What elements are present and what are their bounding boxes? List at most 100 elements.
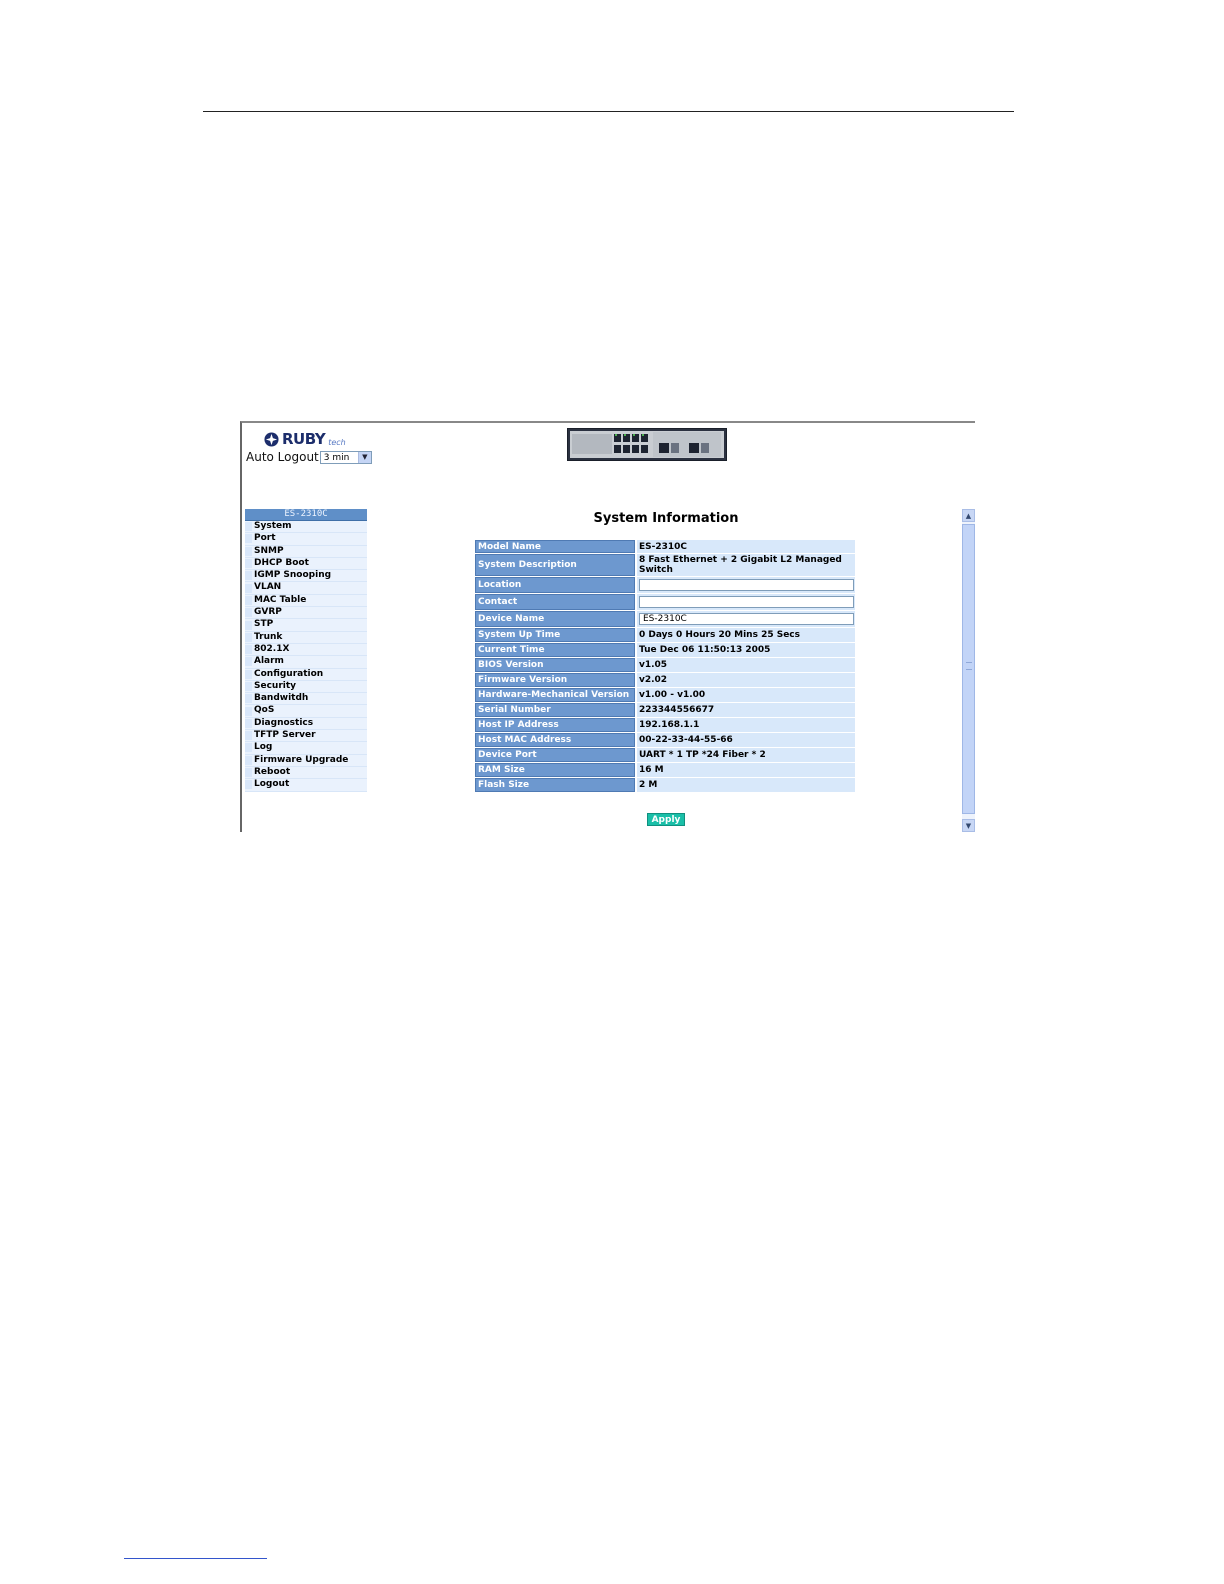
scroll-grip-icon (966, 662, 972, 670)
row-value: ES-2310C (637, 540, 855, 553)
row-value: 16 M (637, 763, 855, 777)
sidebar-item-alarm[interactable]: Alarm (245, 656, 367, 669)
sidebar-item-tftp-server[interactable]: TFTP Server (245, 730, 367, 743)
row-value: v1.05 (637, 658, 855, 672)
location-field[interactable] (639, 579, 854, 591)
row-label: Model Name (475, 540, 635, 553)
ruby-logo: RUBY tech (264, 429, 346, 449)
sidebar-item-reboot[interactable]: Reboot (245, 766, 367, 780)
chevron-down-icon[interactable]: ▼ (357, 451, 371, 463)
vertical-scrollbar[interactable]: ▲ ▼ (962, 509, 975, 832)
table-row: Device Port UART * 1 TP *24 Fiber * 2 (475, 748, 855, 762)
menu-bullet-icon (245, 755, 252, 765)
row-label: Flash Size (475, 778, 635, 792)
web-ui-screenshot: RUBY tech Auto Logout 3 min ▼ ES-2310C S… (240, 421, 975, 832)
row-label: Host IP Address (475, 718, 635, 732)
sidebar-item-security[interactable]: Security (245, 680, 367, 694)
menu-bullet-icon (245, 731, 252, 741)
row-label: Device Name (475, 611, 635, 627)
sidebar-item-igmp-snooping[interactable]: IGMP Snooping (245, 570, 367, 583)
auto-logout-label: Auto Logout (246, 450, 319, 464)
row-label: System Up Time (475, 628, 635, 642)
sidebar-item-label: STP (254, 619, 274, 630)
row-value: 8 Fast Ethernet + 2 Gigabit L2 Managed S… (637, 554, 855, 576)
sidebar-item-label: 802.1X (254, 643, 290, 654)
menu-bullet-icon (245, 718, 252, 728)
sidebar-item-mac-table[interactable]: MAC Table (245, 594, 367, 608)
sidebar-item-bandwidth[interactable]: Bandwitdh (245, 693, 367, 706)
sidebar-item-label: VLAN (254, 582, 282, 593)
table-row: BIOS Version v1.05 (475, 658, 855, 672)
sidebar-item-label: Port (254, 533, 276, 544)
logo-text: RUBY (282, 430, 326, 448)
row-value: UART * 1 TP *24 Fiber * 2 (637, 748, 855, 762)
table-row: Host IP Address 192.168.1.1 (475, 718, 855, 732)
table-row: Firmware Version v2.02 (475, 673, 855, 687)
device-name-field[interactable] (639, 613, 854, 625)
sidebar-item-label: Alarm (254, 656, 284, 667)
auto-logout-select[interactable]: 3 min ▼ (319, 450, 372, 464)
sidebar-item-label: Diagnostics (254, 717, 314, 728)
menu-bullet-icon (245, 534, 252, 544)
menu-bullet-icon (245, 657, 252, 667)
apply-button[interactable]: Apply (647, 813, 685, 826)
menu-bullet-icon (245, 632, 252, 642)
sidebar-item-label: System (254, 521, 292, 531)
sidebar-item-configuration[interactable]: Configuration (245, 668, 367, 681)
sidebar-item-label: SNMP (254, 545, 284, 556)
row-label: Firmware Version (475, 673, 635, 687)
row-label: Hardware-Mechanical Version (475, 688, 635, 702)
sidebar-item-port[interactable]: Port (245, 533, 367, 546)
menu-bullet-icon (245, 706, 252, 716)
scroll-down-icon[interactable]: ▼ (962, 819, 975, 832)
sidebar-item-label: DHCP Boot (254, 557, 309, 568)
sidebar-item-dhcp-boot[interactable]: DHCP Boot (245, 557, 367, 571)
sidebar-item-label: GVRP (254, 607, 282, 618)
menu-bullet-icon (245, 645, 252, 655)
table-row: System Description 8 Fast Ethernet + 2 G… (475, 554, 855, 576)
menu-bullet-icon (245, 780, 252, 790)
row-value (637, 611, 855, 627)
row-value: v2.02 (637, 673, 855, 687)
table-row: Device Name (475, 611, 855, 627)
row-value: v1.00 - v1.00 (637, 688, 855, 702)
sidebar-header: ES-2310C (245, 509, 367, 521)
switch-device-icon (567, 428, 727, 461)
sidebar-item-label: MAC Table (254, 594, 307, 605)
sidebar-item-qos[interactable]: QoS (245, 705, 367, 718)
contact-field[interactable] (639, 596, 854, 608)
row-label: Serial Number (475, 703, 635, 717)
sidebar-item-firmware-upgrade[interactable]: Firmware Upgrade (245, 754, 367, 767)
row-label: Device Port (475, 748, 635, 762)
sidebar-item-label: Reboot (254, 766, 291, 777)
table-row: Current Time Tue Dec 06 11:50:13 2005 (475, 643, 855, 657)
table-row: System Up Time 0 Days 0 Hours 20 Mins 25… (475, 628, 855, 642)
table-row: Model Name ES-2310C (475, 540, 855, 553)
sidebar-item-logout[interactable]: Logout (245, 779, 367, 792)
sidebar-item-log[interactable]: Log (245, 742, 367, 755)
table-row: RAM Size 16 M (475, 763, 855, 777)
sidebar-item-diagnostics[interactable]: Diagnostics (245, 717, 367, 731)
page-bottom-link-rule (124, 1558, 267, 1559)
sidebar-item-label: Logout (254, 779, 290, 790)
table-row: Serial Number 223344556677 (475, 703, 855, 717)
sidebar-item-system[interactable]: System (245, 521, 367, 534)
scroll-thumb[interactable] (962, 524, 975, 814)
sidebar-item-vlan[interactable]: VLAN (245, 582, 367, 595)
page-top-rule (203, 111, 1014, 112)
row-value: 192.168.1.1 (637, 718, 855, 732)
row-label: Location (475, 577, 635, 593)
sidebar-item-label: IGMP Snooping (254, 570, 332, 581)
sidebar-item-8021x[interactable]: 802.1X (245, 643, 367, 657)
sidebar-item-snmp[interactable]: SNMP (245, 545, 367, 558)
menu-bullet-icon (245, 682, 252, 691)
table-row: Hardware-Mechanical Version v1.00 - v1.0… (475, 688, 855, 702)
menu-bullet-icon (245, 620, 252, 630)
sidebar-item-label: Configuration (254, 668, 324, 679)
menu-bullet-icon (245, 743, 252, 753)
scroll-up-icon[interactable]: ▲ (962, 509, 975, 522)
sidebar-item-label: QoS (254, 705, 275, 716)
sidebar-item-gvrp[interactable]: GVRP (245, 607, 367, 620)
sidebar-item-stp[interactable]: STP (245, 619, 367, 632)
sidebar-item-trunk[interactable]: Trunk (245, 631, 367, 644)
